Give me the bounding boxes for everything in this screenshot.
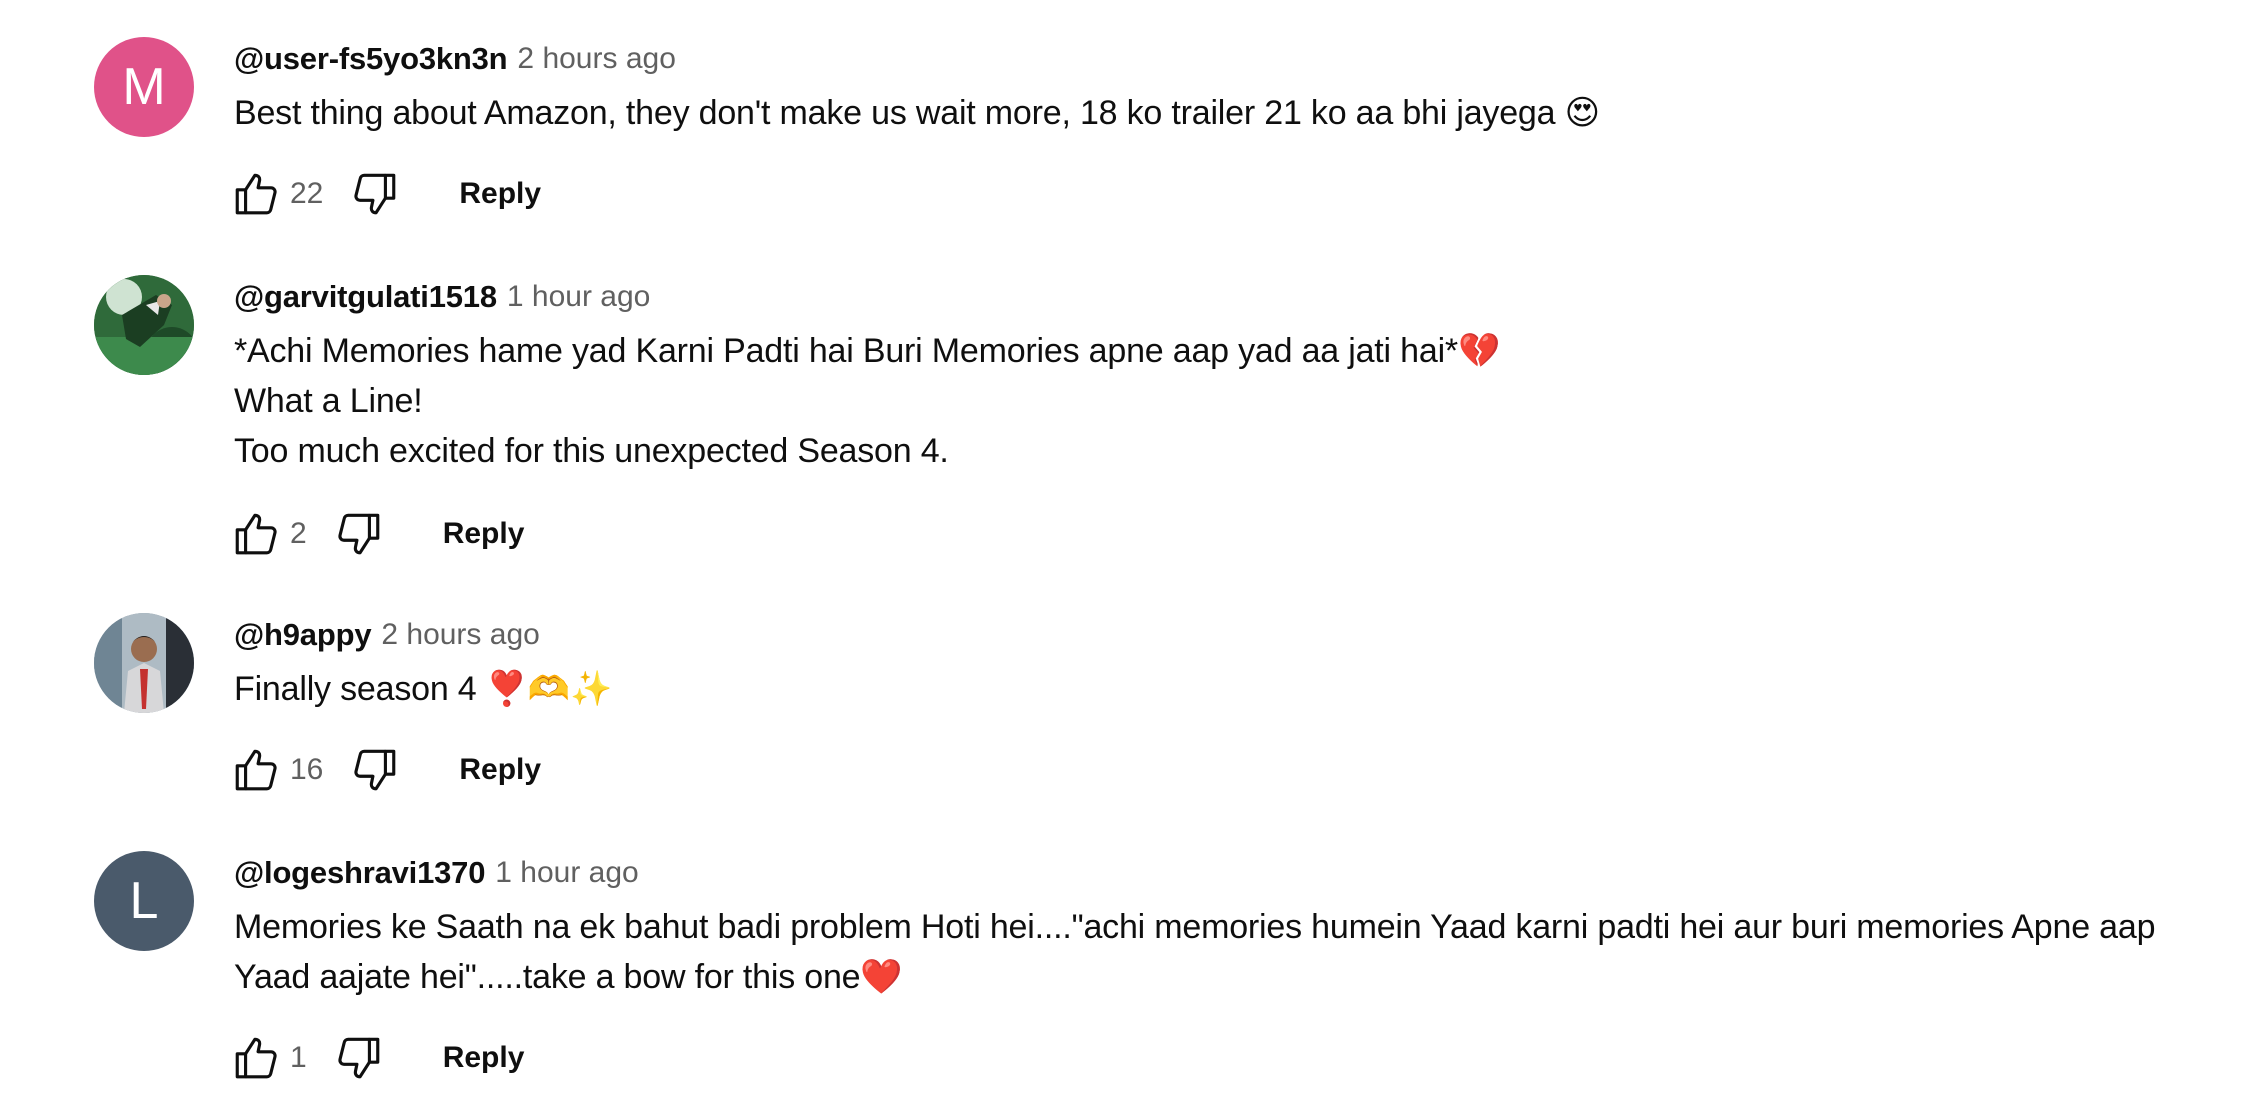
avatar[interactable]: L	[94, 851, 194, 951]
reply-button[interactable]: Reply	[459, 171, 541, 217]
comment-text-line: Memories ke Saath na ek bahut badi probl…	[234, 908, 2156, 946]
avatar[interactable]: M	[94, 37, 194, 137]
dislike-icon[interactable]	[349, 744, 401, 796]
like-count: 16	[290, 753, 324, 786]
comment-actions: 1 Reply	[230, 1028, 524, 1088]
comment-time[interactable]: 2 hours ago	[381, 618, 539, 652]
avatar-letter: L	[129, 872, 159, 930]
like-icon[interactable]	[230, 1032, 282, 1084]
profile-photo-icon	[94, 275, 194, 375]
like-count: 22	[290, 177, 324, 210]
comment-body: @user-fs5yo3kn3n 2 hours ago Best thing …	[234, 36, 2246, 138]
reply-button[interactable]: Reply	[443, 511, 525, 557]
comment-text-line: *Achi Memories hame yad Karni Padti hai …	[234, 332, 1501, 370]
comment-header: @garvitgulati1518 1 hour ago	[234, 274, 2246, 320]
author-name[interactable]: @garvitgulati1518	[234, 279, 497, 315]
reply-button[interactable]: Reply	[443, 1035, 525, 1081]
author-name[interactable]: @user-fs5yo3kn3n	[234, 41, 508, 77]
author-name[interactable]: @logeshravi1370	[234, 855, 485, 891]
reply-button[interactable]: Reply	[459, 747, 541, 793]
comment-text-line: Too much excited for this unexpected Sea…	[234, 432, 949, 470]
avatar[interactable]	[94, 275, 194, 375]
comment-text-line: Finally season 4 ❣️🫶✨	[234, 670, 613, 708]
comment-body: @logeshravi1370 1 hour ago Memories ke S…	[234, 850, 2246, 1002]
comment-header: @logeshravi1370 1 hour ago	[234, 850, 2246, 896]
comment-body: @h9appy 2 hours ago Finally season 4 ❣️🫶…	[234, 612, 2246, 714]
like-icon[interactable]	[230, 508, 282, 560]
profile-photo-icon	[94, 613, 194, 713]
comment-actions: 22 Reply	[230, 164, 541, 224]
comment-text: Memories ke Saath na ek bahut badi probl…	[234, 902, 2246, 1002]
comment-body: @garvitgulati1518 1 hour ago *Achi Memor…	[234, 274, 2246, 476]
like-count: 1	[290, 1041, 307, 1074]
comments-list: M @user-fs5yo3kn3n 2 hours ago Best thin…	[0, 0, 2246, 1114]
comment-time[interactable]: 1 hour ago	[495, 856, 638, 890]
comment-text: Finally season 4 ❣️🫶✨	[234, 664, 2246, 714]
author-name[interactable]: @h9appy	[234, 617, 372, 653]
dislike-icon[interactable]	[349, 168, 401, 220]
avatar-letter: M	[122, 58, 166, 116]
dislike-icon[interactable]	[333, 1032, 385, 1084]
comment-time[interactable]: 2 hours ago	[517, 42, 675, 76]
avatar[interactable]	[94, 613, 194, 713]
comment-header: @h9appy 2 hours ago	[234, 612, 2246, 658]
comment-text-line: Yaad aajate hei".....take a bow for this…	[234, 958, 903, 996]
comment-text-line: Best thing about Amazon, they don't make…	[234, 94, 1600, 132]
like-icon[interactable]	[230, 168, 282, 220]
comment-actions: 16 Reply	[230, 740, 541, 800]
comment-text: *Achi Memories hame yad Karni Padti hai …	[234, 326, 2246, 476]
comment-text: Best thing about Amazon, they don't make…	[234, 88, 2246, 138]
comment-text-line: What a Line!	[234, 382, 423, 420]
dislike-icon[interactable]	[333, 508, 385, 560]
comment-time[interactable]: 1 hour ago	[507, 280, 650, 314]
like-icon[interactable]	[230, 744, 282, 796]
comment-actions: 2 Reply	[230, 504, 524, 564]
comment-header: @user-fs5yo3kn3n 2 hours ago	[234, 36, 2246, 82]
like-count: 2	[290, 517, 307, 550]
